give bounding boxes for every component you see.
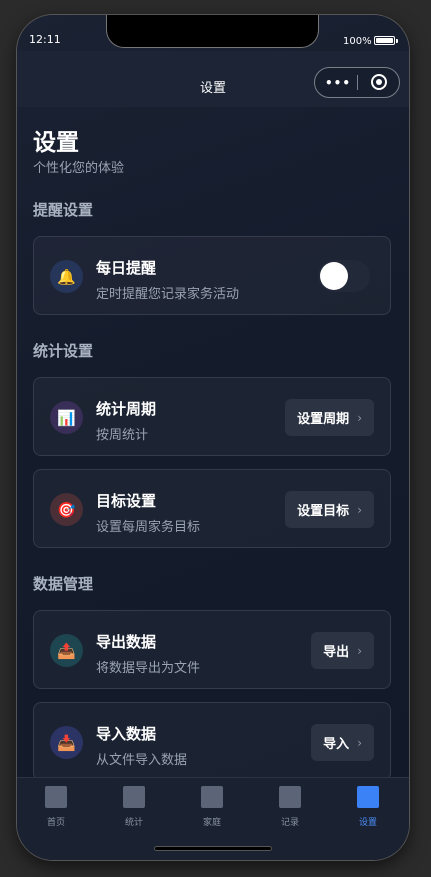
section-title-stats: 统计设置 (33, 342, 94, 360)
export-card: 📤 导出数据 将数据导出为文件 导出 › (33, 610, 391, 689)
phone-frame: 12:11 100% 设置 ••• 设置 个性化您的体验 提醒设置 🔔 每日提醒… (17, 15, 409, 860)
tab-label: 家庭 (202, 818, 221, 828)
more-dots-icon[interactable]: ••• (325, 76, 351, 90)
set-period-label: 设置周期 (297, 412, 350, 427)
section-title-data: 数据管理 (33, 575, 94, 593)
mini-program-capsule: ••• (314, 67, 400, 98)
import-button[interactable]: 导入 › (311, 724, 374, 761)
import-label: 导入 (323, 737, 350, 752)
goal-card: 🎯 目标设置 设置每周家务目标 设置目标 › (33, 469, 391, 548)
settings-content[interactable]: 设置 个性化您的体验 提醒设置 🔔 每日提醒 定时提醒您记录家务活动 统计设置 … (17, 107, 409, 777)
export-icon: 📤 (50, 634, 83, 667)
import-card: 📥 导入数据 从文件导入数据 导入 › (33, 702, 391, 777)
export-button[interactable]: 导出 › (311, 632, 374, 669)
chevron-right-icon: › (357, 643, 362, 658)
status-time: 12:11 (29, 33, 61, 46)
tab-label: 统计 (124, 818, 143, 828)
stat-period-desc: 按周统计 (96, 428, 149, 443)
notch (106, 15, 319, 48)
tab-label: 首页 (46, 818, 65, 828)
battery-percent: 100% (343, 36, 372, 47)
daily-reminder-toggle[interactable] (318, 260, 370, 292)
tab-stats[interactable]: 统计 (95, 786, 173, 828)
chevron-right-icon: › (357, 410, 362, 425)
capsule-divider (357, 75, 358, 90)
navbar: 设置 ••• (17, 51, 409, 107)
section-title-reminder: 提醒设置 (33, 201, 94, 219)
set-goal-label: 设置目标 (297, 504, 350, 519)
bell-icon: 🔔 (50, 260, 83, 293)
tab-settings[interactable]: 设置 (329, 786, 407, 828)
set-period-button[interactable]: 设置周期 › (285, 399, 374, 436)
set-goal-button[interactable]: 设置目标 › (285, 491, 374, 528)
stat-period-title: 统计周期 (96, 400, 157, 418)
export-desc: 将数据导出为文件 (96, 661, 201, 676)
tab-label: 设置 (358, 818, 377, 828)
tab-label: 记录 (280, 818, 299, 828)
chevron-right-icon: › (357, 502, 362, 517)
page-subtitle: 个性化您的体验 (33, 161, 125, 176)
page-title: 设置 (33, 130, 79, 156)
export-label: 导出 (323, 645, 350, 660)
battery-tip (396, 39, 398, 43)
import-desc: 从文件导入数据 (96, 753, 188, 768)
tab-family[interactable]: 家庭 (173, 786, 251, 828)
import-title: 导入数据 (96, 725, 157, 743)
toggle-knob (320, 262, 348, 290)
target-icon: 🎯 (50, 493, 83, 526)
records-tab-icon (279, 786, 301, 808)
stats-tab-icon (123, 786, 145, 808)
settings-tab-icon (357, 786, 379, 808)
tab-records[interactable]: 记录 (251, 786, 329, 828)
target-close-icon[interactable] (371, 74, 387, 90)
home-tab-icon (45, 786, 67, 808)
stat-period-card: 📊 统计周期 按周统计 设置周期 › (33, 377, 391, 456)
daily-reminder-desc: 定时提醒您记录家务活动 (96, 287, 240, 302)
family-tab-icon (201, 786, 223, 808)
tab-home[interactable]: 首页 (17, 786, 95, 828)
daily-reminder-title: 每日提醒 (96, 259, 157, 277)
chart-icon: 📊 (50, 401, 83, 434)
daily-reminder-card: 🔔 每日提醒 定时提醒您记录家务活动 (33, 236, 391, 315)
import-icon: 📥 (50, 726, 83, 759)
export-title: 导出数据 (96, 633, 157, 651)
home-indicator (154, 846, 272, 851)
goal-desc: 设置每周家务目标 (96, 520, 201, 535)
battery-icon (374, 36, 395, 45)
chevron-right-icon: › (357, 735, 362, 750)
goal-title: 目标设置 (96, 492, 157, 510)
